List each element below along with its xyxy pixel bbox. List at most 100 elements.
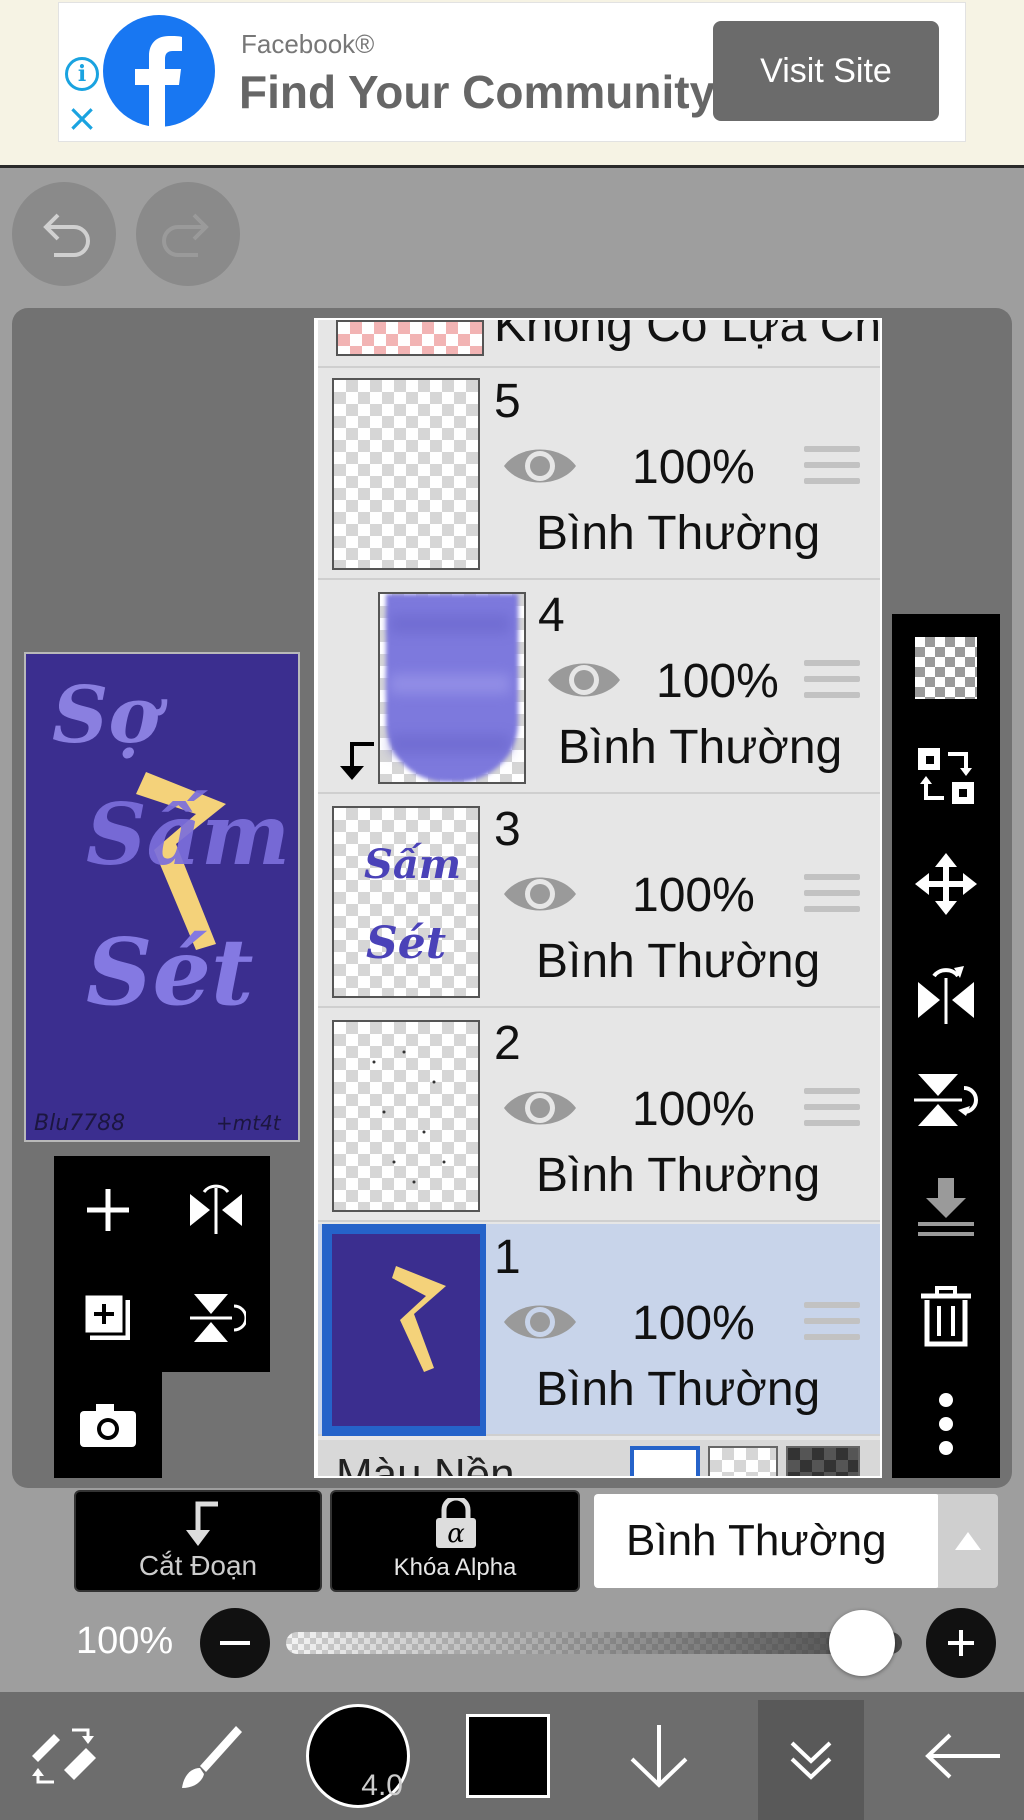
download-icon: [630, 1725, 688, 1788]
bg-white-swatch[interactable]: [630, 1446, 700, 1476]
layer-blend-mode[interactable]: Bình Thường: [558, 720, 842, 775]
drag-handle-icon[interactable]: [804, 660, 860, 704]
layer-blend-mode[interactable]: Bình Thường: [536, 506, 820, 561]
art-word-1: Sợ: [52, 670, 167, 761]
add-copy-layer-icon: [82, 1292, 130, 1340]
clipping-button[interactable]: Cắt Đoạn: [74, 1490, 322, 1592]
visibility-eye-icon[interactable]: [502, 1298, 578, 1346]
back-button[interactable]: [900, 1692, 1024, 1820]
transparency-button[interactable]: [892, 614, 1000, 722]
flip-layer-vertical-button[interactable]: [162, 1264, 270, 1372]
layer-thumbnail: [332, 378, 480, 570]
chevron-up-icon: [955, 1532, 981, 1550]
layer-opacity[interactable]: 100%: [632, 1082, 755, 1137]
drag-handle-icon[interactable]: [804, 446, 860, 490]
ad-banner: i × Facebook® Find Your Community Visit …: [0, 0, 1024, 168]
transform-tools-icon: [32, 1728, 96, 1784]
swap-selection-icon: [918, 748, 974, 804]
layer-number: 1: [494, 1231, 521, 1284]
visibility-eye-icon[interactable]: [502, 442, 578, 490]
move-button[interactable]: [892, 830, 1000, 938]
opacity-slider[interactable]: [286, 1632, 902, 1654]
drag-handle-icon[interactable]: [804, 1088, 860, 1132]
layer-row-3[interactable]: Sấm Sét 3 100% Bình Thường: [318, 796, 880, 1008]
selection-layer-row[interactable]: Không Có Lựa Chọn: [318, 320, 880, 368]
more-icon: [939, 1393, 953, 1455]
lock-icon: α: [436, 1498, 476, 1549]
close-icon[interactable]: ×: [65, 99, 99, 137]
flip-vertical-icon: [914, 1074, 978, 1126]
selection-layer-label: Không Có Lựa Chọn: [494, 320, 880, 352]
brush-icon: [182, 1726, 242, 1788]
layer-opacity[interactable]: 100%: [632, 1296, 755, 1351]
brush-size-value: 4.0: [361, 1769, 403, 1802]
save-down-button[interactable]: [600, 1692, 718, 1820]
more-options-button[interactable]: [892, 1370, 1000, 1478]
bg-dark-swatch[interactable]: [786, 1446, 860, 1476]
art-word-3: Sét: [86, 918, 253, 1026]
layer-opacity[interactable]: 100%: [656, 654, 779, 709]
drag-handle-icon[interactable]: [804, 1302, 860, 1346]
opacity-slider-thumb[interactable]: [829, 1610, 896, 1676]
ad-content[interactable]: i × Facebook® Find Your Community Visit …: [58, 2, 966, 142]
canvas-preview[interactable]: Sợ Sấm Sét Blu7788 +mt4t: [24, 652, 300, 1142]
background-color-row[interactable]: Màu Nền: [318, 1440, 880, 1478]
delete-layer-button[interactable]: [892, 1262, 1000, 1370]
minus-icon: [220, 1641, 250, 1645]
layer-number: 2: [494, 1017, 521, 1070]
alpha-glyph: α: [447, 1519, 465, 1549]
artwork-preview: Sợ Sấm Sét Blu7788 +mt4t: [26, 654, 298, 1140]
layer-row-1[interactable]: 1 100% Bình Thường: [318, 1224, 880, 1436]
merge-down-icon: [918, 1178, 974, 1236]
add-copy-layer-button[interactable]: [54, 1264, 162, 1372]
visit-site-button[interactable]: Visit Site: [713, 21, 939, 121]
blend-mode-select[interactable]: Bình Thường: [594, 1494, 940, 1588]
layer-thumbnail: [378, 592, 526, 784]
background-color-label: Màu Nền: [336, 1450, 515, 1478]
layer-opacity[interactable]: 100%: [632, 868, 755, 923]
flip-layer-horizontal-button[interactable]: [162, 1156, 270, 1264]
layer-row-2[interactable]: 2 100% Bình Thường: [318, 1010, 880, 1222]
swap-selection-button[interactable]: [892, 722, 1000, 830]
opacity-decrease-button[interactable]: [200, 1608, 270, 1678]
merge-down-button[interactable]: [892, 1154, 1000, 1262]
layer-number: 5: [494, 375, 521, 428]
bg-transparent-swatch[interactable]: [708, 1446, 778, 1476]
art-word-2: Sấm: [86, 785, 290, 884]
layer-row-5[interactable]: 5 100% Bình Thường: [318, 368, 880, 580]
flip-horizontal-button[interactable]: [892, 938, 1000, 1046]
drag-handle-icon[interactable]: [804, 874, 860, 918]
redo-icon: [162, 213, 209, 257]
visibility-eye-icon[interactable]: [502, 1084, 578, 1132]
alpha-lock-label: Khóa Alpha: [393, 1554, 517, 1581]
add-layer-icon: [87, 1189, 129, 1231]
trash-icon: [921, 1286, 971, 1347]
blend-mode-dropdown-button[interactable]: [938, 1494, 998, 1588]
transform-tools-button[interactable]: [0, 1692, 128, 1820]
info-icon[interactable]: i: [65, 57, 99, 91]
layer-opacity[interactable]: 100%: [632, 440, 755, 495]
layer-blend-mode[interactable]: Bình Thường: [536, 934, 820, 989]
layers-list[interactable]: Không Có Lựa Chọn 5 100% Bình Thường: [314, 318, 882, 1478]
collapse-panel-button[interactable]: [758, 1700, 864, 1820]
brush-size-button[interactable]: 4.0: [298, 1692, 418, 1820]
layer-blend-mode[interactable]: Bình Thường: [536, 1148, 820, 1203]
bottom-toolbar: 4.0: [0, 1692, 1024, 1820]
undo-icon: [43, 213, 90, 257]
layer-row-4[interactable]: 4 100% Bình Thường: [318, 582, 880, 794]
camera-button[interactable]: [54, 1372, 162, 1478]
undo-button[interactable]: [12, 182, 116, 286]
add-layer-button[interactable]: [54, 1156, 162, 1264]
svg-text:Sấm: Sấm: [364, 841, 461, 888]
layer-blend-mode[interactable]: Bình Thường: [536, 1362, 820, 1417]
redo-button[interactable]: [136, 182, 240, 286]
visibility-eye-icon[interactable]: [502, 870, 578, 918]
layer-thumbnail: [332, 1234, 480, 1426]
flip-vertical-button[interactable]: [892, 1046, 1000, 1154]
layer-thumbnail: [332, 1020, 480, 1212]
alpha-lock-button[interactable]: α Khóa Alpha: [330, 1490, 580, 1592]
opacity-increase-button[interactable]: [926, 1608, 996, 1678]
visibility-eye-icon[interactable]: [546, 656, 622, 704]
color-button[interactable]: [448, 1692, 568, 1820]
brush-tool-button[interactable]: [150, 1692, 270, 1820]
